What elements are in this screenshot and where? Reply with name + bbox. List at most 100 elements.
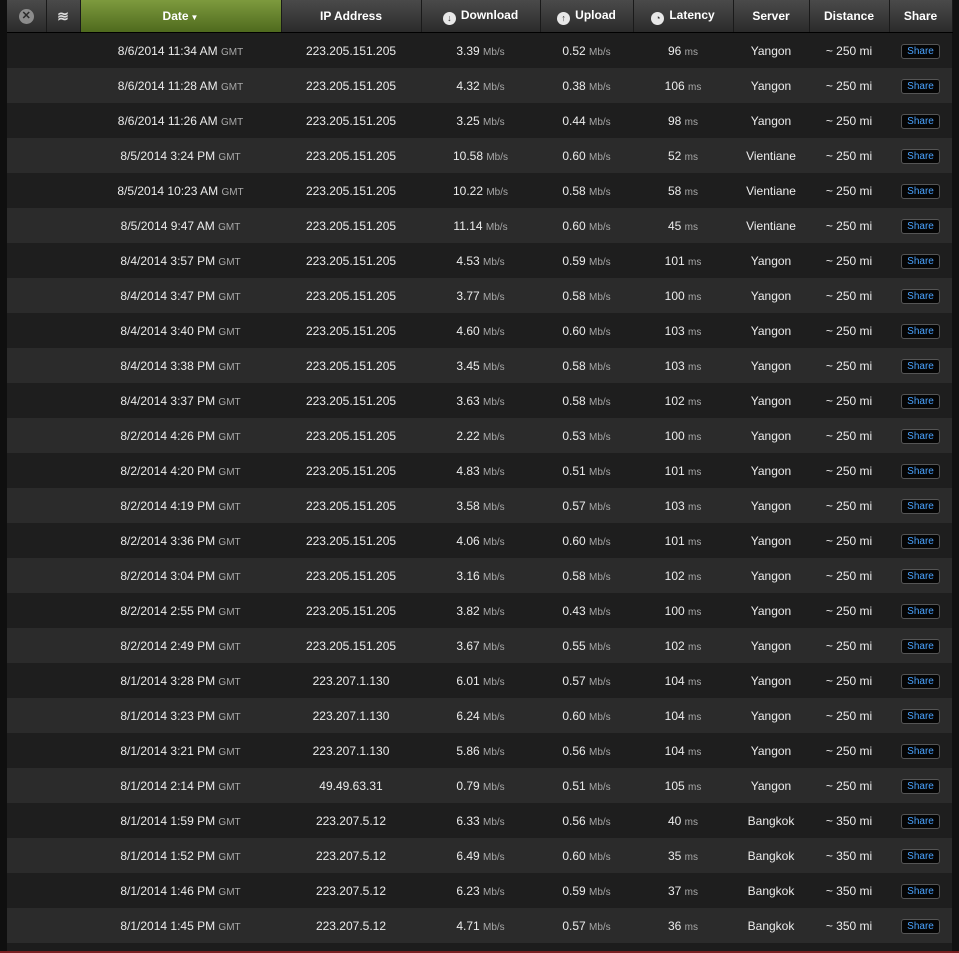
- row-compare-cell[interactable]: [46, 663, 80, 698]
- row-select-cell[interactable]: [7, 663, 46, 698]
- share-button[interactable]: Share: [901, 638, 940, 654]
- table-row[interactable]: 8/4/2014 3:47 PM GMT 223.205.151.205 3.77 …: [7, 278, 952, 313]
- table-row[interactable]: 8/2/2014 2:55 PM GMT 223.205.151.205 3.82 …: [7, 593, 952, 628]
- share-button[interactable]: Share: [901, 708, 940, 724]
- share-button[interactable]: Share: [901, 428, 940, 444]
- table-row[interactable]: 8/1/2014 3:28 PM GMT 223.207.1.130 6.01 Mb…: [7, 663, 952, 698]
- row-select-cell[interactable]: [7, 488, 46, 523]
- table-row[interactable]: 8/4/2014 3:37 PM GMT 223.205.151.205 3.63 …: [7, 383, 952, 418]
- column-header-date[interactable]: Date ▼: [80, 0, 282, 33]
- share-button[interactable]: Share: [901, 148, 940, 164]
- share-button[interactable]: Share: [901, 323, 940, 339]
- row-select-cell[interactable]: [7, 138, 46, 173]
- row-select-cell[interactable]: [7, 278, 46, 313]
- row-select-cell[interactable]: [7, 418, 46, 453]
- row-select-cell[interactable]: [7, 453, 46, 488]
- table-row[interactable]: 8/6/2014 11:26 AM GMT 223.205.151.205 3.25…: [7, 103, 952, 138]
- row-select-cell[interactable]: [7, 593, 46, 628]
- share-button[interactable]: Share: [901, 498, 940, 514]
- row-select-cell[interactable]: [7, 383, 46, 418]
- column-header-ip-address[interactable]: IP Address: [281, 0, 422, 33]
- row-compare-cell[interactable]: [46, 593, 80, 628]
- row-compare-cell[interactable]: [46, 173, 80, 208]
- row-compare-cell[interactable]: [46, 383, 80, 418]
- row-compare-cell[interactable]: [46, 488, 80, 523]
- scrollbar-track[interactable]: [952, 0, 959, 953]
- row-compare-cell[interactable]: [46, 838, 80, 873]
- table-row[interactable]: 8/4/2014 3:57 PM GMT 223.205.151.205 4.53 …: [7, 243, 952, 278]
- row-select-cell[interactable]: [7, 628, 46, 663]
- stack-icon[interactable]: ≋: [57, 8, 69, 24]
- share-button[interactable]: Share: [901, 393, 940, 409]
- share-button[interactable]: Share: [901, 883, 940, 899]
- table-row[interactable]: 8/2/2014 4:26 PM GMT 223.205.151.205 2.22 …: [7, 418, 952, 453]
- share-button[interactable]: Share: [901, 743, 940, 759]
- row-select-cell[interactable]: [7, 523, 46, 558]
- row-compare-cell[interactable]: [46, 698, 80, 733]
- row-select-cell[interactable]: [7, 32, 46, 68]
- close-icon[interactable]: ✕: [18, 9, 34, 24]
- share-button[interactable]: Share: [901, 183, 940, 199]
- column-header-upload[interactable]: ↑ Upload: [540, 0, 634, 33]
- row-compare-cell[interactable]: [46, 208, 80, 243]
- row-compare-cell[interactable]: [46, 523, 80, 558]
- share-button[interactable]: Share: [901, 463, 940, 479]
- row-compare-cell[interactable]: [46, 908, 80, 943]
- row-select-cell[interactable]: [7, 908, 46, 943]
- column-header-latency[interactable]: ◔ Latency: [633, 0, 734, 33]
- table-row[interactable]: 8/1/2014 3:23 PM GMT 223.207.1.130 6.24 Mb…: [7, 698, 952, 733]
- column-header-distance[interactable]: Distance: [809, 0, 890, 33]
- row-select-cell[interactable]: [7, 348, 46, 383]
- row-select-cell[interactable]: [7, 733, 46, 768]
- row-compare-cell[interactable]: [46, 558, 80, 593]
- share-button[interactable]: Share: [901, 43, 940, 59]
- share-button[interactable]: Share: [901, 603, 940, 619]
- row-select-cell[interactable]: [7, 838, 46, 873]
- table-row[interactable]: 8/2/2014 4:19 PM GMT 223.205.151.205 3.58 …: [7, 488, 952, 523]
- table-row[interactable]: 8/6/2014 11:34 AM GMT 223.205.151.205 3.39…: [7, 32, 952, 68]
- table-row[interactable]: 8/1/2014 1:46 PM GMT 223.207.5.12 6.23 Mb/…: [7, 873, 952, 908]
- column-header-server[interactable]: Server: [733, 0, 810, 33]
- share-button[interactable]: Share: [901, 253, 940, 269]
- row-compare-cell[interactable]: [46, 628, 80, 663]
- table-row[interactable]: 8/1/2014 1:45 PM GMT 223.207.5.12 4.71 Mb/…: [7, 908, 952, 943]
- row-compare-cell[interactable]: [46, 243, 80, 278]
- table-row[interactable]: 8/2/2014 2:49 PM GMT 223.205.151.205 3.67 …: [7, 628, 952, 663]
- share-button[interactable]: Share: [901, 673, 940, 689]
- row-compare-cell[interactable]: [46, 103, 80, 138]
- row-select-cell[interactable]: [7, 803, 46, 838]
- row-select-cell[interactable]: [7, 558, 46, 593]
- table-row[interactable]: 8/4/2014 3:38 PM GMT 223.205.151.205 3.45 …: [7, 348, 952, 383]
- row-compare-cell[interactable]: [46, 278, 80, 313]
- row-compare-cell[interactable]: [46, 418, 80, 453]
- delete-selected-column[interactable]: ✕: [7, 0, 47, 33]
- row-select-cell[interactable]: [7, 208, 46, 243]
- share-button[interactable]: Share: [901, 218, 940, 234]
- row-select-cell[interactable]: [7, 698, 46, 733]
- row-compare-cell[interactable]: [46, 68, 80, 103]
- share-button[interactable]: Share: [901, 78, 940, 94]
- table-row[interactable]: 8/5/2014 3:24 PM GMT 223.205.151.205 10.58…: [7, 138, 952, 173]
- table-row[interactable]: 8/1/2014 1:59 PM GMT 223.207.5.12 6.33 Mb/…: [7, 803, 952, 838]
- table-row[interactable]: 8/4/2014 3:40 PM GMT 223.205.151.205 4.60 …: [7, 313, 952, 348]
- share-button[interactable]: Share: [901, 568, 940, 584]
- table-row[interactable]: 8/2/2014 4:20 PM GMT 223.205.151.205 4.83 …: [7, 453, 952, 488]
- row-select-cell[interactable]: [7, 768, 46, 803]
- row-compare-cell[interactable]: [46, 768, 80, 803]
- table-row[interactable]: 8/5/2014 10:23 AM GMT 223.205.151.205 10.2…: [7, 173, 952, 208]
- row-compare-cell[interactable]: [46, 32, 80, 68]
- compare-column[interactable]: ≋: [46, 0, 81, 33]
- row-compare-cell[interactable]: [46, 348, 80, 383]
- row-compare-cell[interactable]: [46, 313, 80, 348]
- table-row[interactable]: 8/2/2014 3:36 PM GMT 223.205.151.205 4.06 …: [7, 523, 952, 558]
- share-button[interactable]: Share: [901, 848, 940, 864]
- table-row[interactable]: 8/6/2014 11:28 AM GMT 223.205.151.205 4.32…: [7, 68, 952, 103]
- share-button[interactable]: Share: [901, 358, 940, 374]
- row-select-cell[interactable]: [7, 873, 46, 908]
- column-header-download[interactable]: ↓ Download: [421, 0, 541, 33]
- share-button[interactable]: Share: [901, 113, 940, 129]
- share-button[interactable]: Share: [901, 288, 940, 304]
- share-button[interactable]: Share: [901, 918, 940, 934]
- share-button[interactable]: Share: [901, 778, 940, 794]
- share-button[interactable]: Share: [901, 813, 940, 829]
